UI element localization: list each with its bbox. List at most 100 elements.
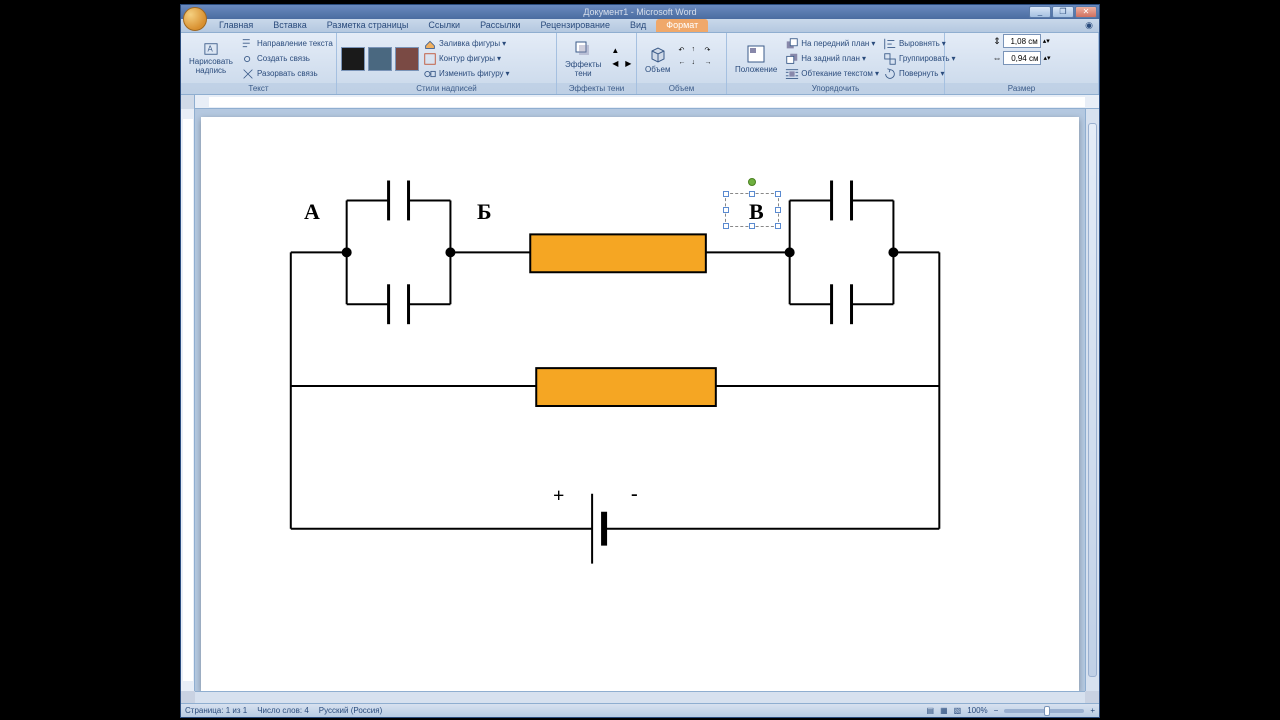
- change-shape-button[interactable]: Изменить фигуру ▾: [423, 67, 510, 81]
- bring-front-button[interactable]: На передний план ▾: [785, 37, 879, 51]
- send-back-button[interactable]: На задний план ▾: [785, 52, 879, 66]
- zoom-out-button[interactable]: −: [994, 706, 999, 715]
- 3d-effects-button[interactable]: Объем: [641, 42, 675, 76]
- shadow-nudge-right[interactable]: ▶: [622, 59, 634, 71]
- 3d-tilt-2[interactable]: ↑: [692, 46, 704, 58]
- width-icon: ⇔: [992, 53, 1001, 63]
- 3d-tilt-5[interactable]: ↓: [692, 59, 704, 71]
- align-icon: [883, 37, 897, 51]
- resistor-top[interactable]: [530, 234, 706, 272]
- resize-se[interactable]: [775, 223, 781, 229]
- resize-nw[interactable]: [723, 191, 729, 197]
- resize-w[interactable]: [723, 207, 729, 213]
- document-page[interactable]: А Б В + -: [201, 117, 1079, 691]
- statusbar: Страница: 1 из 1 Число слов: 4 Русский (…: [181, 703, 1099, 717]
- resize-s[interactable]: [749, 223, 755, 229]
- style-swatch-3[interactable]: [395, 47, 419, 71]
- front-icon: [785, 37, 799, 51]
- height-icon: ⇕: [993, 36, 1001, 47]
- height-field[interactable]: ⇕▴▾: [993, 34, 1050, 48]
- break-link-button[interactable]: Разорвать связь: [241, 67, 333, 81]
- position-icon: [746, 44, 766, 64]
- outline-icon: [423, 52, 437, 66]
- width-field[interactable]: ⇔▴▾: [992, 51, 1050, 65]
- status-lang: Русский (Россия): [319, 706, 382, 715]
- wrap-icon: [785, 67, 799, 81]
- resize-ne[interactable]: [775, 191, 781, 197]
- tab-mailings[interactable]: Рассылки: [470, 19, 530, 32]
- ruler-horizontal[interactable]: [181, 95, 1099, 109]
- scrollbar-horizontal[interactable]: [195, 691, 1085, 703]
- link-icon: [241, 52, 255, 66]
- tab-references[interactable]: Ссылки: [418, 19, 470, 32]
- shape-outline-button[interactable]: Контур фигуры ▾: [423, 52, 510, 66]
- zoom-in-button[interactable]: +: [1090, 706, 1095, 715]
- shape-fill-button[interactable]: Заливка фигуры ▾: [423, 37, 510, 51]
- tab-layout[interactable]: Разметка страницы: [317, 19, 419, 32]
- office-button[interactable]: [183, 7, 207, 31]
- resize-sw[interactable]: [723, 223, 729, 229]
- view-printlayout-icon[interactable]: ▤: [927, 706, 935, 715]
- tab-home[interactable]: Главная: [209, 19, 263, 32]
- svg-text:A: A: [207, 45, 213, 54]
- text-wrap-button[interactable]: Обтекание текстом ▾: [785, 67, 879, 81]
- label-A: А: [304, 199, 320, 225]
- rotate-handle[interactable]: [748, 178, 756, 186]
- ribbon-tabs: Главная Вставка Разметка страницы Ссылки…: [181, 19, 1099, 33]
- circuit-diagram: [201, 117, 1079, 691]
- maximize-button[interactable]: ❐: [1052, 6, 1074, 18]
- back-icon: [785, 52, 799, 66]
- unlink-icon: [241, 67, 255, 81]
- rotate-icon: [883, 67, 897, 81]
- tab-review[interactable]: Рецензирование: [530, 19, 620, 32]
- direction-icon: [241, 37, 255, 51]
- zoom-value[interactable]: 100%: [967, 706, 987, 715]
- group-text-label: Текст: [181, 83, 336, 94]
- text-direction-button[interactable]: Направление текста: [241, 37, 333, 51]
- group-arrange-label: Упорядочить: [727, 83, 944, 94]
- shadow-icon: [573, 39, 593, 59]
- style-swatch-2[interactable]: [368, 47, 392, 71]
- zoom-slider[interactable]: [1004, 709, 1084, 713]
- group-size-label: Размер: [945, 83, 1098, 94]
- status-page: Страница: 1 из 1: [185, 706, 247, 715]
- 3d-tilt-6[interactable]: →: [705, 59, 717, 71]
- 3d-tilt-3[interactable]: ↷: [705, 46, 717, 58]
- position-button[interactable]: Положение: [731, 42, 781, 76]
- change-shape-icon: [423, 67, 437, 81]
- close-button[interactable]: ✕: [1075, 6, 1097, 18]
- view-web-icon[interactable]: ▧: [954, 706, 962, 715]
- window-title: Документ1 - Microsoft Word: [583, 7, 696, 17]
- shadow-effects-button[interactable]: Эффекты тени: [561, 37, 605, 80]
- label-B: Б: [477, 199, 492, 225]
- tab-view[interactable]: Вид: [620, 19, 656, 32]
- help-icon[interactable]: ◉: [1079, 19, 1099, 32]
- textbox-icon: A: [204, 42, 218, 56]
- app-window: Документ1 - Microsoft Word _ ❐ ✕ Главная…: [180, 4, 1100, 718]
- resize-n[interactable]: [749, 191, 755, 197]
- tab-insert[interactable]: Вставка: [263, 19, 316, 32]
- view-fullread-icon[interactable]: ▦: [940, 706, 948, 715]
- create-link-button[interactable]: Создать связь: [241, 52, 333, 66]
- style-swatch-1[interactable]: [341, 47, 365, 71]
- shadow-nudge-up[interactable]: ▲: [609, 46, 621, 58]
- group-shadow-label: Эффекты тени: [557, 83, 636, 94]
- resize-e[interactable]: [775, 207, 781, 213]
- group-styles-label: Стили надписей: [337, 83, 556, 94]
- 3d-tilt-1[interactable]: ↶: [679, 46, 691, 58]
- label-minus: -: [631, 483, 638, 506]
- label-plus: +: [553, 485, 564, 508]
- tab-format[interactable]: Формат: [656, 19, 708, 32]
- ribbon: A Нарисовать надпись Направление текста …: [181, 33, 1099, 95]
- shadow-nudge-left[interactable]: ◀: [609, 59, 621, 71]
- resistor-middle[interactable]: [536, 368, 716, 406]
- cube-icon: [648, 44, 668, 64]
- selected-textbox[interactable]: [725, 193, 779, 227]
- titlebar: Документ1 - Microsoft Word _ ❐ ✕: [181, 5, 1099, 19]
- 3d-tilt-4[interactable]: ←: [679, 59, 691, 71]
- draw-textbox-button[interactable]: A Нарисовать надпись: [185, 40, 237, 77]
- minimize-button[interactable]: _: [1029, 6, 1051, 18]
- ruler-vertical[interactable]: [181, 109, 195, 691]
- scrollbar-vertical[interactable]: [1085, 109, 1099, 691]
- group-volume-label: Объем: [637, 83, 726, 94]
